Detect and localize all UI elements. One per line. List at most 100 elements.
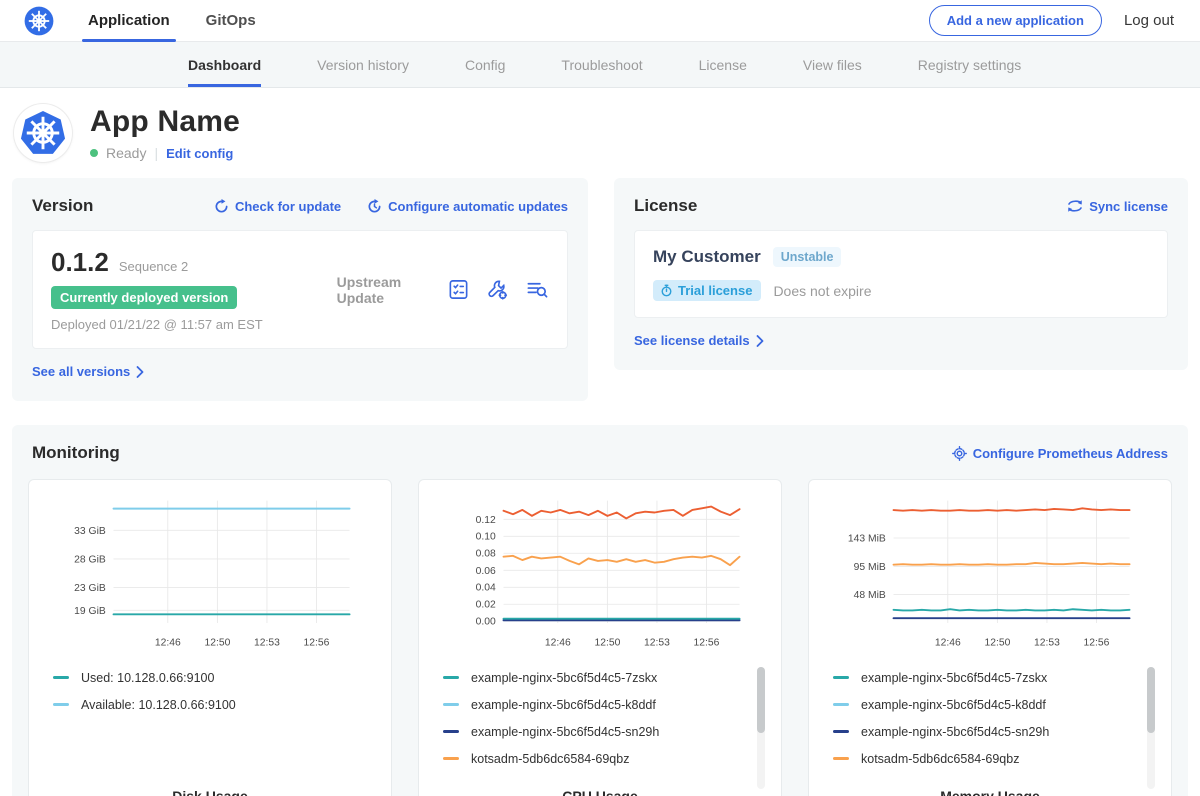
legend-label: Used: 10.128.0.66:9100 <box>81 671 214 685</box>
refresh-icon <box>214 199 229 214</box>
legend-swatch <box>833 703 849 706</box>
license-card-title: License <box>634 196 697 216</box>
svg-text:12:53: 12:53 <box>1034 637 1060 648</box>
chevron-right-icon <box>756 335 764 347</box>
tab-dashboard[interactable]: Dashboard <box>188 42 261 87</box>
legend-item: kotsadm-5db6dc6584-69qbz <box>833 752 1135 766</box>
legend-item: example-nginx-5bc6f5d4c5-sn29h <box>833 725 1135 739</box>
svg-text:0.10: 0.10 <box>476 532 496 543</box>
svg-text:12:46: 12:46 <box>935 637 961 648</box>
legend-item: example-nginx-5bc6f5d4c5-k8ddf <box>443 698 745 712</box>
channel-badge: Unstable <box>773 247 842 267</box>
svg-text:12:53: 12:53 <box>254 637 280 648</box>
legend-label: example-nginx-5bc6f5d4c5-sn29h <box>471 725 659 739</box>
svg-text:12:50: 12:50 <box>594 637 620 648</box>
add-application-button[interactable]: Add a new application <box>929 5 1102 36</box>
version-card-title: Version <box>32 196 93 216</box>
configure-automatic-updates-link[interactable]: Configure automatic updates <box>367 199 568 214</box>
legend-label: kotsadm-5db6dc6584-69qbz <box>861 752 1019 766</box>
legend-item: Used: 10.128.0.66:9100 <box>53 671 355 685</box>
legend-label: example-nginx-5bc6f5d4c5-sn29h <box>861 725 1049 739</box>
legend-item: example-nginx-5bc6f5d4c5-sn29h <box>443 725 745 739</box>
see-all-versions-link[interactable]: See all versions <box>32 364 144 379</box>
status-badge: Ready <box>106 145 146 161</box>
top-tab-gitops[interactable]: GitOps <box>206 0 256 41</box>
monitoring-title: Monitoring <box>32 443 120 463</box>
svg-text:12:50: 12:50 <box>984 637 1010 648</box>
preflight-checks-icon[interactable] <box>447 278 470 301</box>
legend-swatch <box>443 703 459 706</box>
legend-label: example-nginx-5bc6f5d4c5-7zskx <box>861 671 1047 685</box>
chart-title: Disk Usage <box>39 788 381 796</box>
legend-item: example-nginx-5bc6f5d4c5-7zskx <box>833 671 1135 685</box>
see-license-details-link[interactable]: See license details <box>634 333 764 348</box>
trial-license-badge: Trial license <box>653 280 761 301</box>
chart-title: CPU Usage <box>429 788 771 796</box>
svg-text:0.04: 0.04 <box>476 583 496 594</box>
memory-usage-legend: example-nginx-5bc6f5d4c5-7zskx example-ng… <box>819 661 1161 788</box>
svg-text:12:53: 12:53 <box>644 637 670 648</box>
check-for-update-link[interactable]: Check for update <box>214 199 341 214</box>
legend-item: example-nginx-5bc6f5d4c5-k8ddf <box>833 698 1135 712</box>
memory-usage-chart: 48 MiB95 MiB143 MiB12:4612:5012:5312:56 <box>819 492 1161 661</box>
svg-text:0.06: 0.06 <box>476 566 496 577</box>
legend-swatch <box>443 730 459 733</box>
svg-text:12:50: 12:50 <box>204 637 230 648</box>
top-nav-tabs: Application GitOps <box>88 0 256 41</box>
tab-troubleshoot[interactable]: Troubleshoot <box>561 42 642 87</box>
sync-license-link[interactable]: Sync license <box>1067 199 1168 214</box>
deployed-version-badge: Currently deployed version <box>51 286 237 309</box>
version-sequence: Sequence 2 <box>119 259 188 274</box>
version-number: 0.1.2 <box>51 247 109 278</box>
config-wrench-icon[interactable] <box>486 278 509 301</box>
svg-text:12:56: 12:56 <box>304 637 330 648</box>
svg-text:12:46: 12:46 <box>545 637 571 648</box>
svg-text:95 MiB: 95 MiB <box>854 562 886 573</box>
tab-registry-settings[interactable]: Registry settings <box>918 42 1021 87</box>
legend-swatch <box>833 757 849 760</box>
legend-swatch <box>833 730 849 733</box>
edit-config-link[interactable]: Edit config <box>166 146 233 161</box>
monitoring-panel: Monitoring Configure Prometheus Address … <box>12 425 1188 796</box>
configure-prometheus-link[interactable]: Configure Prometheus Address <box>952 446 1168 461</box>
chevron-right-icon <box>136 366 144 378</box>
legend-label: kotsadm-5db6dc6584-69qbz <box>471 752 629 766</box>
page-title: App Name <box>90 105 240 139</box>
memory-usage-chart-card: 48 MiB95 MiB143 MiB12:4612:5012:5312:56 … <box>808 479 1172 796</box>
deployed-timestamp: Deployed 01/21/22 @ 11:57 am EST <box>51 317 337 332</box>
svg-text:23 GiB: 23 GiB <box>74 583 106 594</box>
divider: | <box>154 145 158 161</box>
view-logs-icon[interactable] <box>525 278 549 301</box>
tab-license[interactable]: License <box>699 42 747 87</box>
svg-text:0.12: 0.12 <box>476 515 496 526</box>
svg-text:48 MiB: 48 MiB <box>854 590 886 601</box>
legend-item: example-nginx-5bc6f5d4c5-7zskx <box>443 671 745 685</box>
top-tab-application[interactable]: Application <box>88 0 170 41</box>
disk-usage-legend: Used: 10.128.0.66:9100 Available: 10.128.… <box>39 661 381 788</box>
license-details-row: My Customer Unstable Trial license Does … <box>634 230 1168 318</box>
clock-refresh-icon <box>367 199 382 214</box>
tab-version-history[interactable]: Version history <box>317 42 409 87</box>
scrollbar-thumb[interactable] <box>757 667 765 733</box>
legend-swatch <box>443 676 459 679</box>
tab-config[interactable]: Config <box>465 42 505 87</box>
license-card: License Sync license My Cust <box>614 178 1188 370</box>
current-version-row: 0.1.2 Sequence 2 Currently deployed vers… <box>32 230 568 349</box>
disk-usage-chart: 19 GiB23 GiB28 GiB33 GiB12:4612:5012:531… <box>39 492 381 661</box>
legend-label: example-nginx-5bc6f5d4c5-7zskx <box>471 671 657 685</box>
logout-link[interactable]: Log out <box>1124 12 1174 29</box>
svg-text:0.00: 0.00 <box>476 617 496 628</box>
version-card: Version Check for update <box>12 178 588 401</box>
legend-swatch <box>833 676 849 679</box>
tab-view-files[interactable]: View files <box>803 42 862 87</box>
legend-label: example-nginx-5bc6f5d4c5-k8ddf <box>471 698 656 712</box>
legend-scrollbar[interactable] <box>757 667 765 789</box>
app-sub-nav: Dashboard Version history Config Trouble… <box>0 42 1200 88</box>
legend-label: Available: 10.128.0.66:9100 <box>81 698 236 712</box>
version-source: Upstream Update <box>337 274 447 306</box>
cpu-usage-chart-card: 0.000.020.040.060.080.100.1212:4612:5012… <box>418 479 782 796</box>
scrollbar-thumb[interactable] <box>1147 667 1155 733</box>
legend-scrollbar[interactable] <box>1147 667 1155 789</box>
legend-swatch <box>443 757 459 760</box>
svg-text:12:56: 12:56 <box>1084 637 1110 648</box>
